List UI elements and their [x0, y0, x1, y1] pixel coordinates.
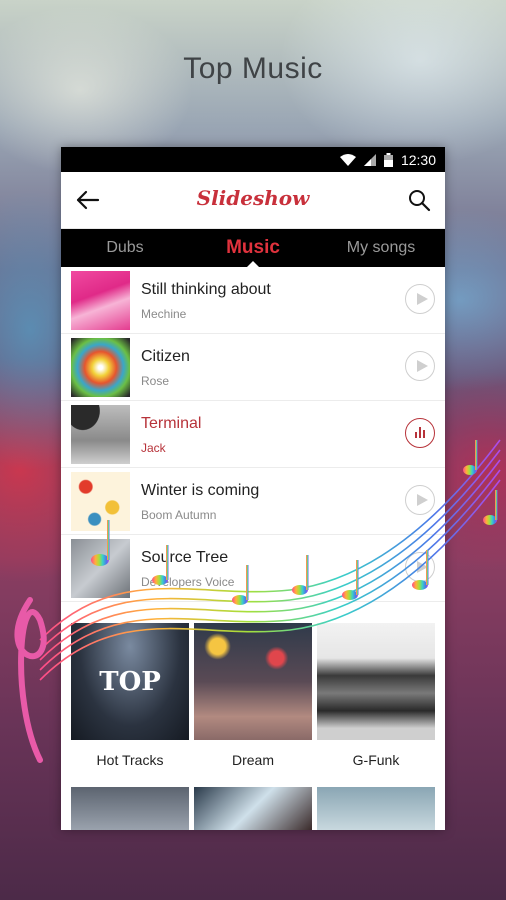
- page-title: Top Music: [183, 52, 323, 85]
- signal-icon: [363, 153, 376, 166]
- battery-icon: [383, 152, 393, 167]
- playlist-label: Dream: [231, 752, 274, 768]
- album-art: [71, 539, 130, 598]
- album-art: [71, 405, 130, 464]
- play-button[interactable]: [405, 351, 435, 381]
- phone-screen: 12:30 Slideshow Dubs Music My songs Stil…: [61, 147, 445, 830]
- playlist-cover: TOP: [71, 623, 189, 740]
- play-button[interactable]: [405, 552, 435, 582]
- wifi-icon: [339, 153, 356, 166]
- tab-my-songs[interactable]: My songs: [317, 229, 445, 267]
- album-art: [71, 271, 130, 330]
- playlist-cover: [71, 787, 189, 830]
- track-artist: Rose: [141, 374, 170, 388]
- search-icon[interactable]: [407, 188, 431, 212]
- playlist-card[interactable]: TOP Hot Tracks: [71, 623, 189, 768]
- track-artist: Mechine: [141, 307, 187, 321]
- playlist-cover: [194, 787, 312, 830]
- track-row[interactable]: Terminal Jack: [61, 401, 445, 468]
- playlist-cover: [317, 787, 435, 830]
- status-time: 12:30: [400, 151, 436, 168]
- track-list: Still thinking about Mechine Citizen Ros…: [61, 267, 445, 602]
- track-row[interactable]: Winter is coming Boom Autumn: [61, 468, 445, 535]
- playlist-label: G-Funk: [352, 752, 400, 768]
- app-title: Slideshow: [196, 186, 310, 210]
- track-title: Still thinking about: [141, 281, 271, 298]
- equalizer-icon[interactable]: [405, 418, 435, 448]
- track-title: Winter is coming: [141, 482, 260, 499]
- app-bar: Slideshow: [61, 172, 445, 229]
- playlist-label: Hot Tracks: [96, 752, 164, 768]
- playlist-card[interactable]: [71, 787, 189, 830]
- playlist-card[interactable]: [317, 787, 435, 830]
- track-row[interactable]: Source Tree Developers Voice: [61, 535, 445, 602]
- cover-overlay-text: TOP: [99, 667, 161, 697]
- track-title: Terminal: [141, 415, 202, 432]
- track-title: Source Tree: [141, 549, 229, 566]
- track-title: Citizen: [141, 348, 190, 365]
- play-button[interactable]: [405, 485, 435, 515]
- playlist-card[interactable]: G-Funk: [317, 623, 435, 768]
- track-artist: Developers Voice: [141, 575, 235, 589]
- track-artist: Boom Autumn: [141, 508, 217, 522]
- status-bar: 12:30: [61, 147, 445, 172]
- track-row[interactable]: Still thinking about Mechine: [61, 267, 445, 334]
- album-art: [71, 472, 130, 531]
- album-art: [71, 338, 130, 397]
- playlist-cover: [194, 623, 312, 740]
- play-button[interactable]: [405, 284, 435, 314]
- playlist-card[interactable]: [194, 787, 312, 830]
- tab-bar: Dubs Music My songs: [61, 229, 445, 267]
- tab-dubs[interactable]: Dubs: [61, 229, 189, 267]
- track-artist: Jack: [141, 441, 166, 455]
- tab-music[interactable]: Music: [189, 229, 317, 267]
- playlist-card[interactable]: Dream: [194, 623, 312, 768]
- track-row[interactable]: Citizen Rose: [61, 334, 445, 401]
- playlist-cover: [317, 623, 435, 740]
